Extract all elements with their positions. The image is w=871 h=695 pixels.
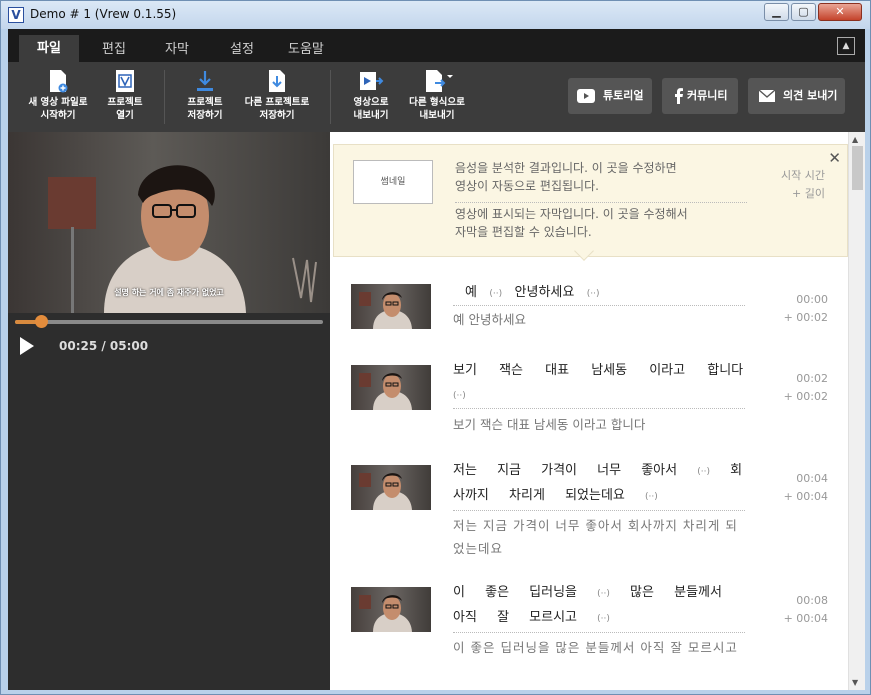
menu-edit[interactable]: 편집 [102,38,126,57]
play-icon[interactable] [20,337,34,355]
clip-caption[interactable]: 이 좋은 딥러닝을 많은 분들께서 아직 잘 모르시고 [453,636,745,659]
save-as-button[interactable]: 다른 프로젝트로 저장하기 [241,69,313,122]
scroll-up-icon[interactable]: ▲ [852,135,858,144]
thumbnail-placeholder: 썸네일 [353,160,433,204]
clip-row[interactable]: 이 좋은 딥러닝을 (··) 많은 분들께서 아직 잘 모르시고 (··) 이 … [330,579,848,689]
toolbar-divider [164,70,165,124]
clip-words[interactable]: 저는 지금 가격이 너무 좋아서 (··) 회사까지 차리게 되었는데요 (··… [453,459,745,509]
menu-file[interactable]: 파일 [19,35,79,62]
youtube-icon [577,89,595,103]
video-preview[interactable]: 설명 하는 거에 좀 재주가 없었고 [8,132,330,313]
clip-frame-image [359,373,412,410]
scrollbar-thumb[interactable] [852,146,863,190]
video-panel: 설명 하는 거에 좀 재주가 없었고 00:25 / 05:00 [8,132,330,690]
community-button[interactable]: 커뮤니티 [662,78,738,114]
menu-settings[interactable]: 설정 [230,38,254,57]
clip-divider [453,510,745,511]
app-window: V Demo # 1 (Vrew 0.1.55) ▁ ▢ ✕ 파일 편집 자막 … [0,0,871,695]
toolbar: 새 영상 파일로 시작하기 프로젝트 열기 프로젝트 저장하기 다른 프로젝트로 저장하… [8,62,865,132]
menu-subtitle[interactable]: 자막 [165,38,189,57]
video-frame-image [48,165,317,313]
clip-thumbnail[interactable] [351,365,431,410]
clip-divider [453,408,745,409]
new-file-icon [50,70,68,93]
clip-thumbnail[interactable] [351,587,431,632]
clip-time: 00:08 + 00:04 [783,594,828,625]
export-video-icon [360,72,384,90]
clip-caption[interactable]: 저는 지금 가격이 너무 좋아서 회사까지 차리게 되었는데요 [453,514,745,560]
new-project-button[interactable]: 새 영상 파일로 시작하기 [25,69,91,122]
clip-row[interactable]: 저는 지금 가격이 너무 좋아서 (··) 회사까지 차리게 되었는데요 (··… [330,457,848,567]
open-project-icon [116,70,134,92]
seek-handle[interactable] [34,315,48,328]
open-project-button[interactable]: 프로젝트 열기 [100,69,150,122]
tutorial-button[interactable]: 튜토리얼 [568,78,652,114]
mail-icon [758,89,776,102]
send-feedback-button[interactable]: 의견 보내기 [748,78,845,114]
clip-divider [453,632,745,633]
clip-caption[interactable]: 보기 잭슨 대표 남세동 이라고 합니다 [453,413,745,436]
clip-frame-image [359,595,412,632]
collapse-toolbar-icon[interactable]: ▲ [837,37,855,55]
export-format-icon [426,70,453,92]
guide-subtitle-text: 영상에 표시되는 자막입니다. 이 곳을 수정해서 자막을 편집할 수 있습니다. [455,207,688,239]
title-bar: V Demo # 1 (Vrew 0.1.55) ▁ ▢ ✕ [1,1,870,29]
transcript-panel: 썸네일 음성을 분석한 결과입니다. 이 곳을 수정하면 영상이 자동으로 편집됩… [330,132,865,690]
guide-audio-text: 음성을 분석한 결과입니다. 이 곳을 수정하면 영상이 자동으로 편집됩니다. [455,161,677,193]
clip-frame-image [359,292,412,329]
toolbar-divider [330,70,331,124]
clip-time: 00:04 + 00:04 [783,472,828,503]
save-as-icon [269,70,285,92]
guide-divider [455,202,747,203]
seek-bar[interactable] [15,315,323,328]
video-subtitle: 설명 하는 거에 좀 재주가 없었고 [114,288,224,297]
menu-help[interactable]: 도움말 [288,38,324,57]
clip-divider [453,305,745,306]
app-icon: V [8,7,24,23]
time-display: 00:25 / 05:00 [59,339,149,353]
export-video-button[interactable]: 영상으로 내보내기 [346,69,396,122]
clip-row[interactable]: 보기 잭슨 대표 남세동 이라고 합니다 (··) 보기 잭슨 대표 남세동 이… [330,357,848,437]
export-format-button[interactable]: 다른 형식으로 내보내기 [406,69,468,122]
clip-row[interactable]: 예 (··) 안녕하세요 (··) 예 안녕하세요 00:00 + 00:02 [330,276,848,336]
app-content: 파일 편집 자막 설정 도움말 ▲ 새 영상 파일로 시작하기 프로젝트 열기 프로… [8,29,865,690]
facebook-icon [675,88,683,104]
transcript-scrollbar[interactable]: ▲ ▼ [848,132,865,690]
clip-caption[interactable]: 예 안녕하세요 [453,308,745,331]
clip-words[interactable]: 예 (··) 안녕하세요 (··) [453,281,745,306]
save-project-button[interactable]: 프로젝트 저장하기 [178,69,232,122]
scroll-down-icon[interactable]: ▼ [852,678,858,687]
minimize-button[interactable]: ▁ [764,3,789,21]
window-title: Demo # 1 (Vrew 0.1.55) [30,7,177,21]
maximize-button[interactable]: ▢ [791,3,816,21]
guide-close-icon[interactable]: ✕ [828,149,841,167]
guide-time-label: 시작 시간 + 길이 [781,169,825,200]
clip-thumbnail[interactable] [351,465,431,510]
guide-tooltip: 썸네일 음성을 분석한 결과입니다. 이 곳을 수정하면 영상이 자동으로 편집됩… [333,144,848,257]
save-icon [197,71,213,91]
clip-words[interactable]: 보기 잭슨 대표 남세동 이라고 합니다 (··) [453,359,745,408]
clip-words[interactable]: 이 좋은 딥러닝을 (··) 많은 분들께서 아직 잘 모르시고 (··) [453,581,745,631]
clip-thumbnail[interactable] [351,284,431,329]
clip-frame-image [359,473,412,510]
clip-time: 00:02 + 00:02 [783,372,828,403]
clip-time: 00:00 + 00:02 [783,293,828,324]
close-button[interactable]: ✕ [818,3,862,21]
menu-bar: 파일 편집 자막 설정 도움말 ▲ [8,29,865,62]
